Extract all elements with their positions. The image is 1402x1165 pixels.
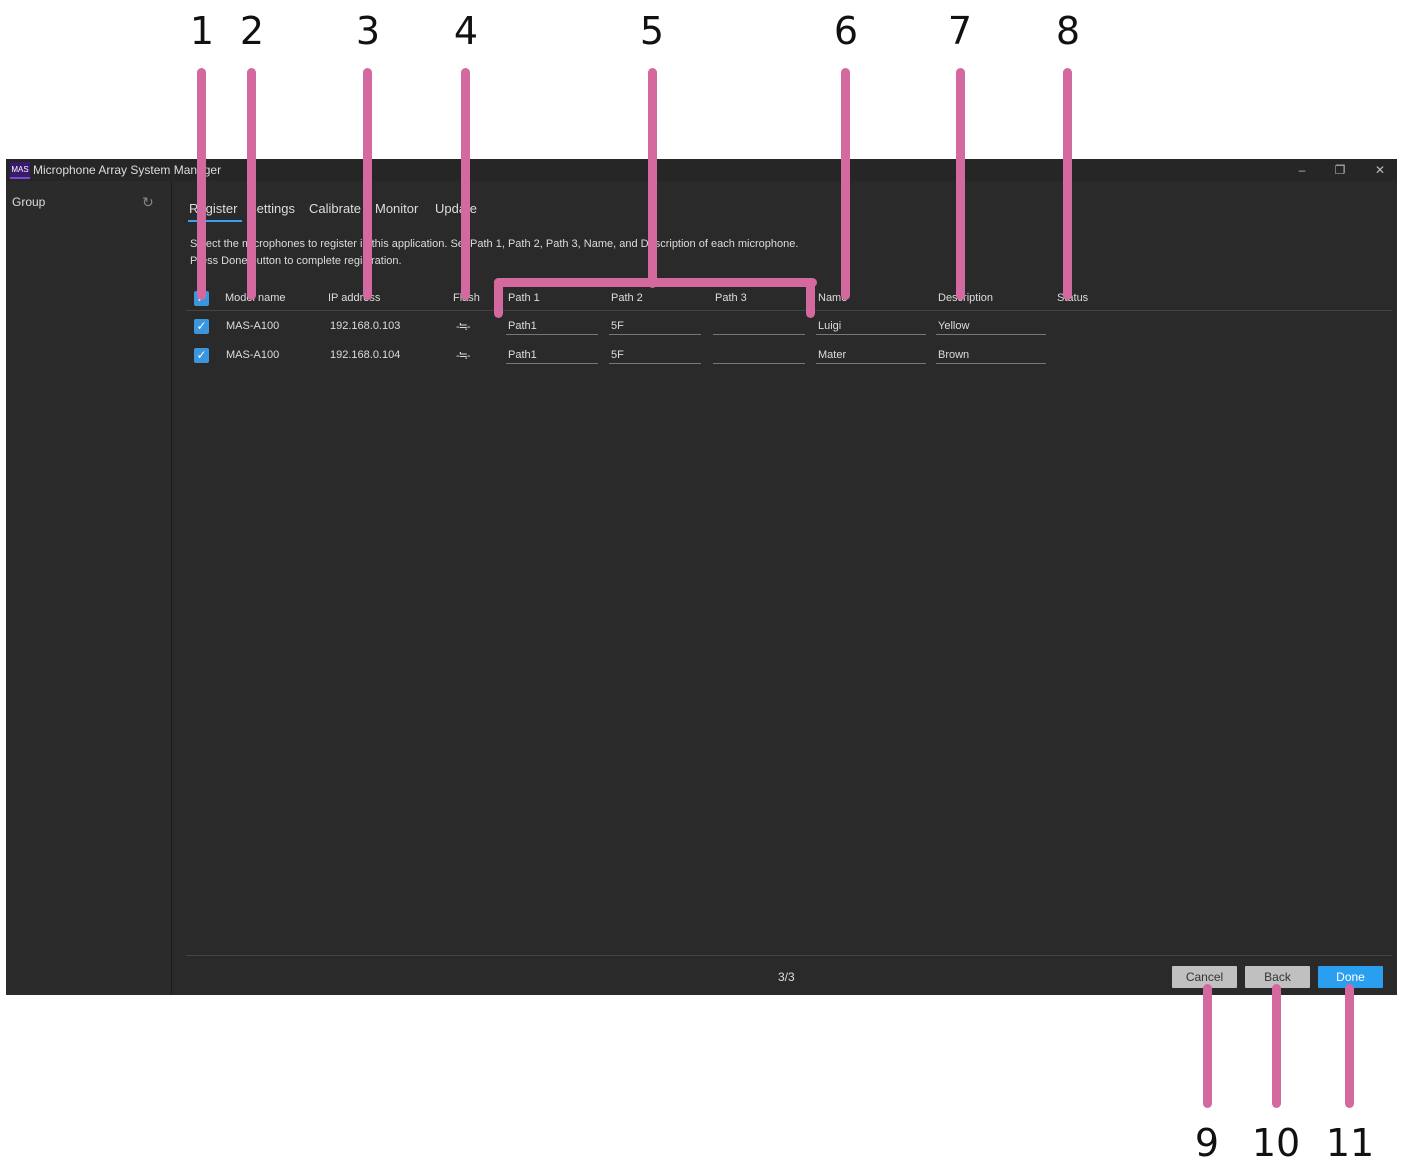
callout-number-4: 4	[453, 9, 479, 53]
header-description: Description	[938, 292, 994, 304]
callout-number-6: 6	[833, 9, 859, 53]
close-button[interactable]: ✕	[1365, 161, 1395, 179]
callout-number-9: 9	[1194, 1121, 1220, 1165]
callout-number-8: 8	[1055, 9, 1081, 53]
row-2-ip-address: 192.168.0.104	[330, 349, 401, 361]
header-path-1: Path 1	[508, 292, 540, 304]
callout-line-3	[363, 68, 372, 300]
row-2-path-3-field[interactable]	[713, 347, 805, 364]
row-2-model-name: MAS-A100	[226, 349, 280, 361]
callout-bracket-5	[494, 278, 817, 287]
row-1-path-1-field[interactable]: Path1	[506, 318, 598, 335]
row-1-description-field[interactable]: Yellow	[936, 318, 1046, 335]
callout-number-3: 3	[355, 9, 381, 53]
app-logo: MAS	[10, 162, 30, 179]
row-2-name-field[interactable]: Mater	[816, 347, 926, 364]
callout-number-5: 5	[639, 9, 665, 53]
tab-monitor[interactable]: Monitor	[375, 201, 418, 216]
header-divider	[186, 310, 1392, 311]
callout-line-1	[197, 68, 206, 300]
row-2-flash-icon[interactable]: -≒-	[456, 349, 471, 362]
callout-line-4	[461, 68, 470, 300]
row-1-flash-icon[interactable]: -≒-	[456, 320, 471, 333]
callout-line-8	[1063, 68, 1072, 300]
row-1-path-2-field[interactable]: 5F	[609, 318, 701, 335]
minimize-button[interactable]: –	[1287, 161, 1317, 179]
row-2-path-2-field[interactable]: 5F	[609, 347, 701, 364]
callout-line-10	[1272, 984, 1281, 1108]
header-status: Status	[1057, 292, 1089, 304]
header-path-3: Path 3	[715, 292, 747, 304]
window-title: Microphone Array System Manager	[33, 163, 222, 177]
footer-divider	[186, 955, 1392, 956]
callout-number-11: 11	[1325, 1121, 1375, 1165]
callout-line-6	[841, 68, 850, 300]
row-2-checkbox[interactable]: ✓	[194, 348, 209, 363]
callout-line-2	[247, 68, 256, 300]
row-1-name-field[interactable]: Luigi	[816, 318, 926, 335]
callout-bracket-5-left	[494, 278, 503, 318]
page-indicator: 3/3	[778, 970, 795, 984]
row-1-path-3-field[interactable]	[713, 318, 805, 335]
main-panel: Register Settings Calibrate Monitor Upda…	[172, 181, 1397, 995]
row-1-checkbox[interactable]: ✓	[194, 319, 209, 334]
refresh-icon[interactable]: ↻	[142, 194, 154, 211]
instruction-line-1: Select the microphones to register in th…	[190, 238, 799, 250]
header-ip-address: IP address	[328, 292, 381, 304]
tab-update[interactable]: Update	[435, 201, 477, 216]
row-1-model-name: MAS-A100	[226, 320, 280, 332]
sidebar: Group ↻	[6, 181, 172, 995]
callout-number-7: 7	[947, 9, 973, 53]
callout-number-10: 10	[1251, 1121, 1301, 1165]
row-2-path-1-field[interactable]: Path1	[506, 347, 598, 364]
sidebar-group-label: Group	[12, 195, 46, 209]
callout-line-11	[1345, 984, 1354, 1108]
title-bar: MAS Microphone Array System Manager – ❐ …	[6, 159, 1397, 181]
row-1-ip-address: 192.168.0.103	[330, 320, 401, 332]
callout-number-2: 2	[239, 9, 265, 53]
callout-line-7	[956, 68, 965, 300]
tab-calibrate[interactable]: Calibrate	[309, 201, 361, 216]
row-2-description-field[interactable]: Brown	[936, 347, 1046, 364]
header-path-2: Path 2	[611, 292, 643, 304]
callout-line-5	[648, 68, 657, 288]
callout-line-9	[1203, 984, 1212, 1108]
callout-bracket-5-right	[806, 278, 815, 318]
restore-button[interactable]: ❐	[1325, 161, 1355, 179]
